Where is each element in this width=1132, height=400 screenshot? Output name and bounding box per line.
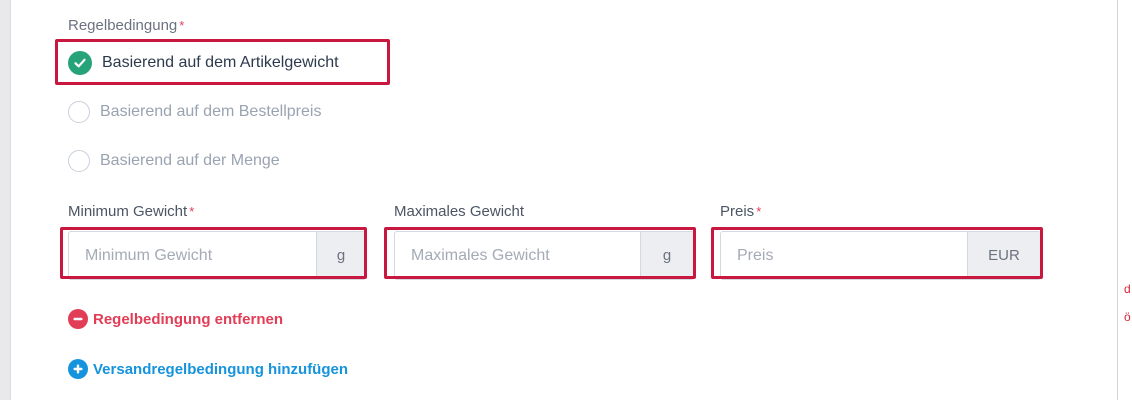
minus-circle-icon — [68, 309, 88, 329]
price-label: Preis * — [720, 203, 761, 220]
condition-label-text: Regelbedingung — [68, 17, 178, 34]
radio-circle-icon — [68, 101, 90, 123]
truncated-fragment: ö — [1124, 310, 1131, 324]
highlight-box-price — [711, 227, 1043, 279]
required-asterisk: * — [179, 18, 185, 33]
radio-circle-icon — [68, 150, 90, 172]
min-weight-label: Minimum Gewicht * — [68, 203, 194, 220]
radio-option-label: Basierend auf der Menge — [100, 152, 280, 169]
shipping-rule-panel: Regelbedingung * Basierend auf dem Artike… — [10, 0, 1117, 400]
plus-circle-icon — [68, 359, 88, 379]
radio-option-article-weight[interactable]: Basierend auf dem Artikelgewicht — [68, 51, 339, 75]
required-asterisk: * — [756, 204, 762, 219]
highlight-box-max-weight — [384, 227, 696, 279]
radio-option-label: Basierend auf dem Bestellpreis — [100, 103, 322, 120]
add-condition-button[interactable]: Versandregelbedingung hinzufügen — [68, 359, 348, 379]
radio-option-quantity[interactable]: Basierend auf der Menge — [68, 150, 280, 172]
highlight-box-min-weight — [60, 227, 367, 279]
check-circle-icon — [68, 51, 92, 75]
remove-condition-button[interactable]: Regelbedingung entfernen — [68, 309, 283, 329]
radio-option-order-price[interactable]: Basierend auf dem Bestellpreis — [68, 101, 321, 123]
radio-option-label: Basierend auf dem Artikelgewicht — [102, 54, 339, 71]
truncated-fragment: d — [1124, 282, 1131, 296]
max-weight-label: Maximales Gewicht — [394, 203, 524, 220]
add-condition-label: Versandregelbedingung hinzufügen — [93, 360, 349, 378]
required-asterisk: * — [189, 204, 195, 219]
max-weight-label-text: Maximales Gewicht — [394, 203, 525, 220]
price-label-text: Preis — [720, 203, 755, 220]
background-page-strip: d ö — [1117, 0, 1132, 400]
condition-label: Regelbedingung * — [68, 17, 184, 34]
remove-condition-label: Regelbedingung entfernen — [93, 310, 284, 328]
min-weight-label-text: Minimum Gewicht — [68, 203, 188, 220]
